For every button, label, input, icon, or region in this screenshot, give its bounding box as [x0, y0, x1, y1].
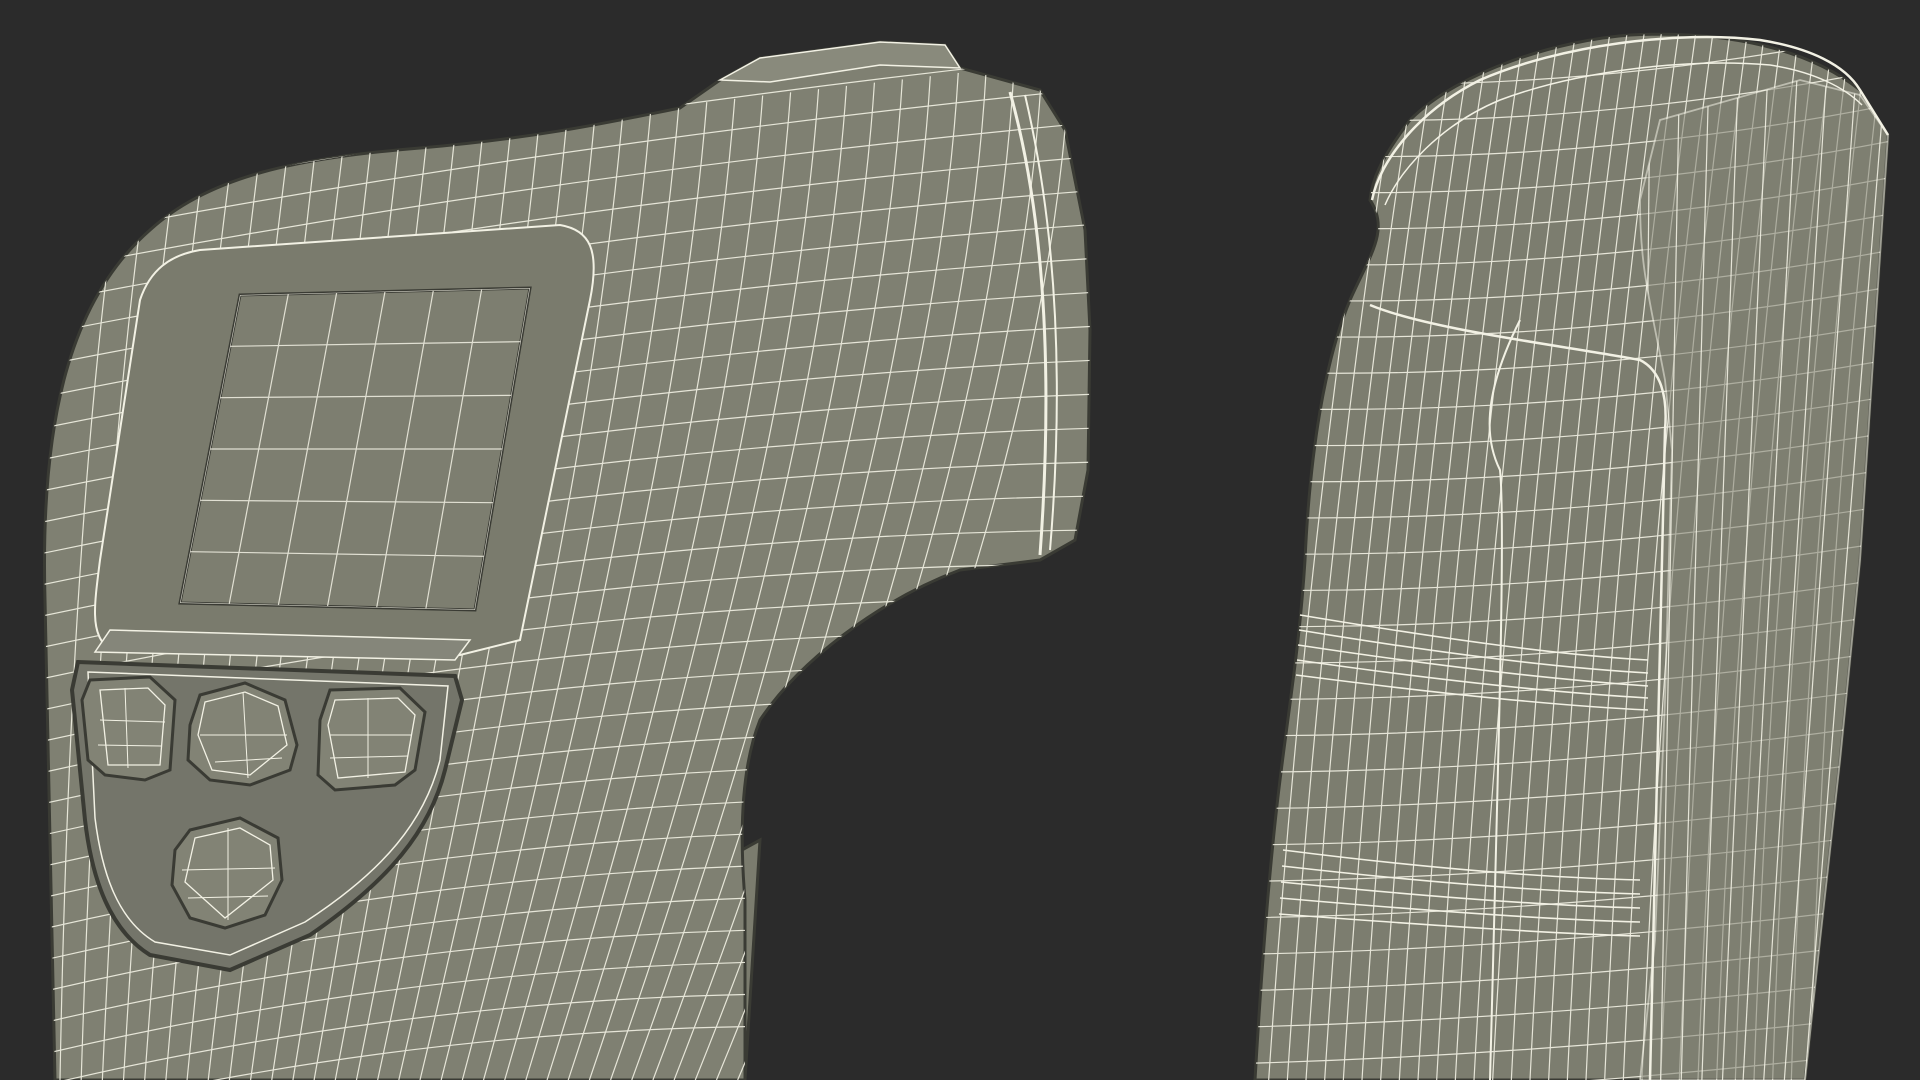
button-left[interactable]: [80, 675, 177, 782]
render-viewport: [0, 0, 1920, 1080]
button-center[interactable]: [186, 681, 299, 787]
button-bottom[interactable]: [170, 816, 284, 930]
button-right[interactable]: [316, 686, 427, 792]
